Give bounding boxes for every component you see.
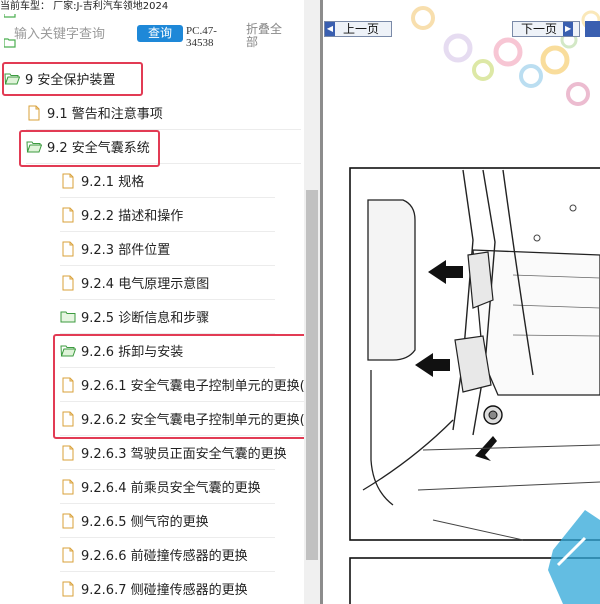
query-button[interactable]: 查询	[137, 25, 183, 42]
tree-item[interactable]: 9.2.6.2 安全气囊电子控制单元的更换(EI	[60, 402, 304, 436]
document-icon	[28, 105, 40, 120]
document-icon	[62, 241, 74, 256]
document-viewer: ◀ 上一页 下一页 ▶	[323, 0, 600, 604]
tree-item-label: 9.1 警告和注意事项	[47, 107, 163, 122]
next-page-button[interactable]: 下一页 ▶	[512, 21, 580, 37]
tree-item[interactable]: 9.2.4 电气原理示意图	[60, 266, 275, 300]
folder-open-icon	[26, 141, 42, 152]
tree-item[interactable]: 9.2.6.1 安全气囊电子控制单元的更换(EI	[60, 368, 304, 402]
document-icon	[62, 207, 74, 222]
prev-page-label: 上一页	[343, 22, 380, 36]
document-icon	[62, 513, 74, 528]
search-input[interactable]	[14, 23, 132, 45]
tree-item[interactable]: 9.1 警告和注意事项	[26, 96, 301, 130]
document-code: PC.47-34538	[186, 25, 217, 49]
tree-item-label: 9.2.6.3 驾驶员正面安全气囊的更换	[81, 447, 287, 462]
tree-item[interactable]: 9.2.6.4 前乘员安全气囊的更换	[60, 470, 275, 504]
scrollbar-thumb[interactable]	[306, 190, 318, 560]
tree-item-label: 9.2 安全气囊系统	[47, 141, 150, 156]
search-bar: 查询 PC.47-34538 折叠全部	[0, 14, 304, 60]
tree-item-label: 9.2.3 部件位置	[81, 243, 171, 258]
document-icon	[62, 479, 74, 494]
tree-item-label: 9.2.6.6 前碰撞传感器的更换	[81, 549, 248, 564]
navigation-tree-pane: 查询 PC.47-34538 折叠全部 9 安全保护装置 9.1 警告和注意事项 9…	[0, 14, 304, 604]
tree-item-label: 9 安全保护装置	[25, 73, 116, 88]
tree-item[interactable]: 9.2 安全气囊系统	[26, 130, 301, 164]
folder-closed-icon	[60, 311, 76, 322]
folder-open-icon	[60, 345, 76, 356]
document-icon	[62, 445, 74, 460]
arrow-left-icon: ◀	[325, 22, 335, 36]
watermark-logo	[411, 6, 600, 106]
arrow-right-icon: ▶	[563, 22, 574, 36]
tree-item[interactable]: 9.2.6.6 前碰撞传感器的更换	[60, 538, 275, 572]
tree-item-label: 9.2.1 规格	[81, 175, 145, 190]
tree-item[interactable]: 9.2.6.5 侧气帘的更换	[60, 504, 275, 538]
tree-item-label: 9.2.2 描述和操作	[81, 209, 184, 224]
collapse-all-button[interactable]: 折叠全部	[246, 23, 288, 49]
document-icon	[62, 581, 74, 596]
tree-item-label: 9.2.6.7 侧碰撞传感器的更换	[81, 583, 248, 598]
tree-item-label: 9.2.4 电气原理示意图	[81, 277, 210, 292]
tree-item[interactable]: 9.2.6.3 驾驶员正面安全气囊的更换	[60, 436, 287, 470]
folder-icon	[4, 14, 16, 18]
document-icon	[62, 275, 74, 290]
document-icon	[62, 547, 74, 562]
tree-item[interactable]: 9.2.2 描述和操作	[60, 198, 275, 232]
tree-item[interactable]: 9 安全保护装置	[4, 62, 137, 96]
tree-item[interactable]: 9.2.1 规格	[60, 164, 275, 198]
next-page-label: 下一页	[521, 22, 558, 36]
tree-item-label: 9.2.6.5 侧气帘的更换	[81, 515, 209, 530]
tree-item[interactable]: 9.2.3 部件位置	[60, 232, 275, 266]
tree-item[interactable]: 9.2.5 诊断信息和步骤	[60, 300, 275, 334]
document-icon	[62, 411, 74, 426]
tree-item-label: 9.2.6 拆卸与安装	[81, 345, 184, 360]
folder-open-icon	[4, 73, 20, 84]
document-icon	[62, 173, 74, 188]
page-menu-button[interactable]	[585, 21, 600, 37]
tree-item[interactable]: 9.2.6 拆卸与安装	[60, 334, 275, 368]
airbag-module-illustration	[349, 167, 600, 604]
document-icon	[62, 377, 74, 392]
tree-item[interactable]: 9.2.6.7 侧碰撞传感器的更换	[60, 572, 275, 604]
tree-item-label: 9.2.6.1 安全气囊电子控制单元的更换(EI	[81, 379, 304, 394]
tree-item-label: 9.2.5 诊断信息和步骤	[81, 311, 210, 326]
prev-page-button[interactable]: ◀ 上一页	[324, 21, 392, 37]
tree-item-label: 9.2.6.2 安全气囊电子控制单元的更换(EI	[81, 413, 304, 428]
tree-item-label: 9.2.6.4 前乘员安全气囊的更换	[81, 481, 261, 496]
